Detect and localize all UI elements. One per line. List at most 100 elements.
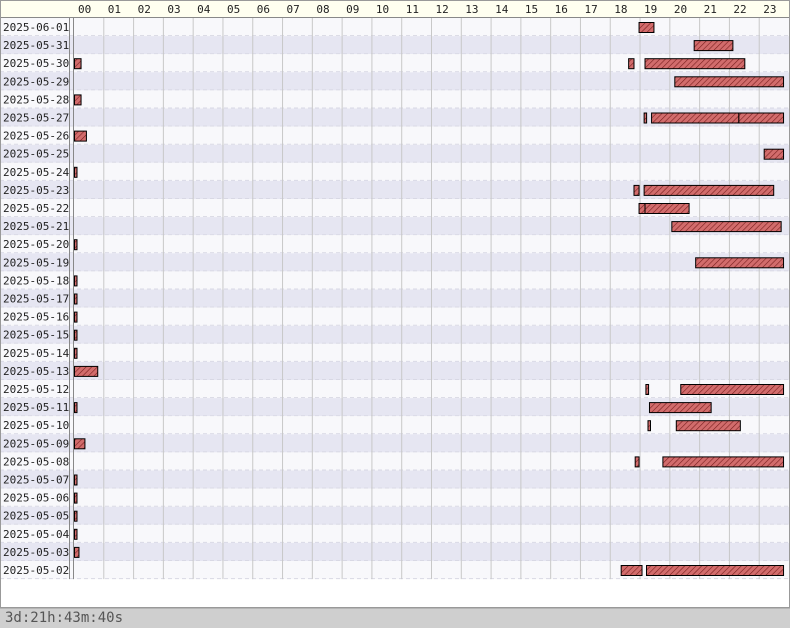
- date-label: 2025-05-03: [3, 546, 69, 559]
- date-label: 2025-05-27: [3, 112, 69, 125]
- hour-label: 17: [584, 3, 597, 16]
- row-stripe: [0, 325, 790, 344]
- hour-label: 20: [674, 3, 687, 16]
- hour-label: 13: [465, 3, 478, 16]
- row-stripe: [0, 36, 790, 55]
- hour-label: 19: [644, 3, 657, 16]
- row-stripes: [0, 18, 790, 580]
- hour-label: 21: [704, 3, 717, 16]
- activity-bar: [74, 130, 87, 142]
- activity-bar: [74, 166, 78, 178]
- activity-bar: [763, 148, 785, 160]
- date-label: 2025-05-07: [3, 474, 69, 487]
- date-label: 2025-05-25: [3, 148, 69, 161]
- hour-label: 22: [733, 3, 746, 16]
- row-stripe: [0, 506, 790, 525]
- row-stripe: [0, 361, 790, 380]
- date-label: 2025-05-05: [3, 510, 69, 523]
- row-stripe: [0, 72, 790, 91]
- activity-bar: [638, 22, 655, 33]
- date-label: 2025-05-14: [3, 347, 70, 360]
- activity-bar: [74, 492, 78, 504]
- hour-label: 23: [763, 3, 776, 16]
- activity-bar: [644, 58, 746, 70]
- row-stripe: [0, 90, 790, 109]
- date-label: 2025-05-29: [3, 75, 69, 88]
- date-label: 2025-05-10: [3, 419, 69, 432]
- hour-label: 10: [376, 3, 389, 16]
- date-label: 2025-05-04: [3, 528, 70, 541]
- date-label: 2025-05-31: [3, 39, 69, 52]
- hour-label: 16: [555, 3, 568, 16]
- date-label: 2025-05-22: [3, 202, 69, 215]
- activity-bar: [74, 94, 82, 106]
- activity-bar: [74, 347, 78, 359]
- date-label: 2025-05-09: [3, 437, 69, 450]
- hour-label: 07: [287, 3, 300, 16]
- activity-bar: [662, 456, 785, 468]
- row-stripe: [0, 144, 790, 163]
- row-stripe: [0, 307, 790, 326]
- hour-label: 03: [167, 3, 180, 16]
- row-stripe: [0, 488, 790, 507]
- activity-bar: [675, 420, 741, 432]
- row-stripe: [0, 235, 790, 254]
- activity-bar: [620, 565, 643, 576]
- date-label: 2025-05-24: [3, 166, 70, 179]
- date-label: 2025-05-28: [3, 93, 69, 106]
- activity-bar: [74, 311, 78, 323]
- hour-label: 12: [436, 3, 449, 16]
- total-duration-status: 3d:21h:43m:40s: [0, 608, 790, 628]
- date-label: 2025-05-02: [3, 564, 69, 577]
- activity-bar: [74, 546, 80, 558]
- hour-label: 14: [495, 3, 509, 16]
- date-label: 2025-05-23: [3, 184, 69, 197]
- date-label: 2025-05-19: [3, 256, 69, 269]
- row-stripe: [0, 271, 790, 290]
- date-labels: 2025-06-01 2025-05-31 2025-05-30 2025-05-29…: [3, 21, 70, 577]
- activity-bar: [74, 528, 78, 540]
- activity-bar: [633, 184, 640, 196]
- row-stripe: [0, 524, 790, 543]
- date-label: 2025-05-11: [3, 401, 69, 414]
- hour-label: 00: [78, 3, 91, 16]
- gantt-chart: 00 01 02 03 04 05 06 07 08 09 10 11 12 13 14 15 16 17 18 19…: [0, 0, 790, 628]
- activity-bar: [74, 329, 78, 341]
- activity-bar: [693, 40, 734, 52]
- date-label: 2025-05-17: [3, 293, 69, 306]
- activity-bar: [74, 275, 78, 287]
- date-label: 2025-05-08: [3, 455, 69, 468]
- activity-bar: [651, 112, 740, 124]
- activity-bar: [634, 456, 640, 468]
- hour-label: 11: [406, 3, 419, 16]
- date-label: 2025-05-06: [3, 492, 69, 505]
- activity-bar: [671, 221, 782, 233]
- date-label: 2025-05-13: [3, 365, 69, 378]
- activity-bar: [74, 293, 78, 305]
- activity-bar: [74, 58, 82, 70]
- date-label: 2025-05-12: [3, 383, 69, 396]
- hour-label: 08: [316, 3, 329, 16]
- row-stripe: [0, 434, 790, 453]
- activity-bar: [648, 402, 712, 414]
- hour-label: 05: [227, 3, 240, 16]
- row-stripe: [0, 18, 790, 37]
- activity-bar: [74, 510, 78, 522]
- row-stripe: [0, 126, 790, 145]
- date-label: 2025-05-16: [3, 311, 69, 324]
- hour-label: 09: [346, 3, 359, 16]
- hour-label: 04: [197, 3, 211, 16]
- hour-label: 15: [525, 3, 538, 16]
- row-stripe: [0, 343, 790, 362]
- activity-bar: [647, 420, 651, 432]
- row-stripe: [0, 416, 790, 435]
- date-label: 2025-05-20: [3, 238, 69, 251]
- hour-label: 18: [614, 3, 627, 16]
- row-stripe: [0, 289, 790, 308]
- date-label: 2025-05-30: [3, 57, 69, 70]
- activity-bar: [74, 239, 78, 251]
- activity-bar: [74, 365, 99, 377]
- row-stripe: [0, 380, 790, 399]
- date-label: 2025-05-18: [3, 274, 69, 287]
- activity-bar: [680, 384, 785, 395]
